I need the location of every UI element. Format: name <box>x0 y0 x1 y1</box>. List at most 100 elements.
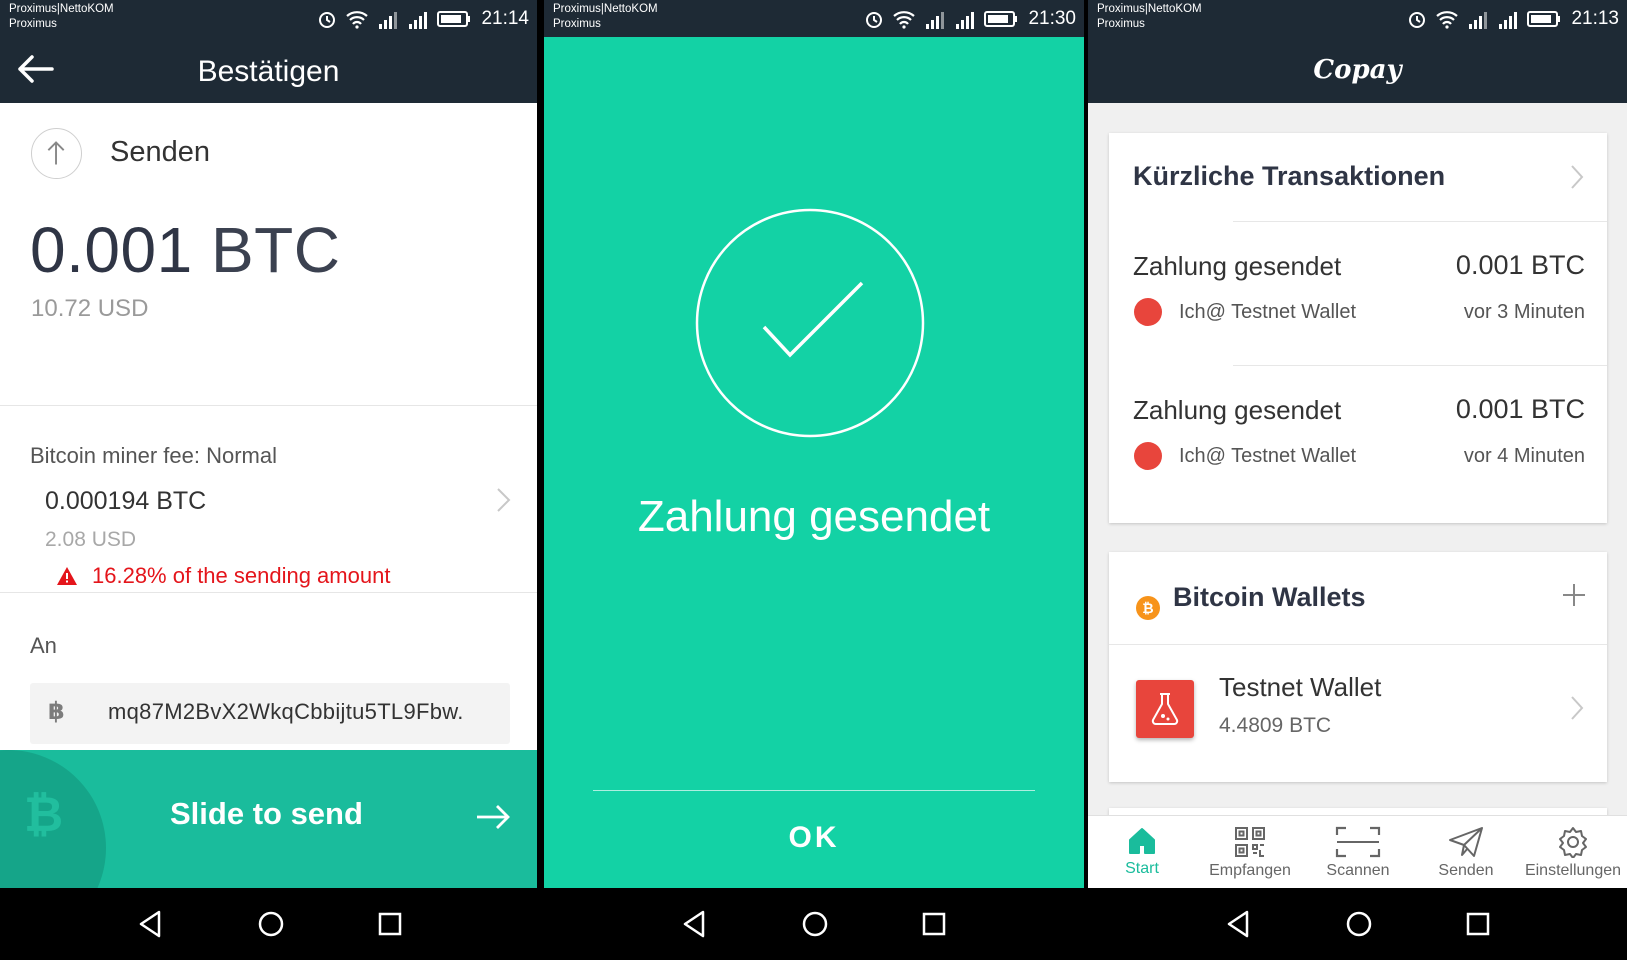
tab-scannen[interactable]: Scannen <box>1304 816 1412 889</box>
fee-btc[interactable]: 0.000194 BTC <box>45 487 206 516</box>
nav-back-icon[interactable] <box>133 906 169 942</box>
bitcoin-wallets-title: Bitcoin Wallets <box>1173 582 1366 612</box>
amount-fiat: 10.72 USD <box>31 295 149 322</box>
divider <box>0 592 537 593</box>
signal-icon <box>409 12 428 29</box>
scan-icon <box>1335 826 1381 858</box>
slide-to-send-label: Slide to send <box>170 796 363 831</box>
battery-icon <box>1527 11 1561 27</box>
bitcoin-wallets-card: ₿ Bitcoin Wallets Testnet Wallet 4.4809 … <box>1109 552 1607 782</box>
tx-amount: 0.001 BTC <box>1455 394 1585 424</box>
recent-transactions-title[interactable]: Kürzliche Transaktionen <box>1133 161 1445 192</box>
carrier-line2: Proximus <box>9 18 57 30</box>
signal-icon <box>956 12 975 29</box>
clock: 21:14 <box>481 8 529 29</box>
signal-icon <box>1499 12 1518 29</box>
wifi-icon <box>346 11 369 29</box>
fee-usd: 2.08 USD <box>45 528 137 551</box>
alarm-icon <box>1409 12 1426 28</box>
home-content: Kürzliche Transaktionen Zahlung gesendet… <box>1088 103 1627 815</box>
tx-wallet: Ich@ Testnet Wallet <box>1179 445 1357 467</box>
app-bar: Copay <box>1088 37 1627 103</box>
arrow-right-icon <box>477 805 510 829</box>
recent-transactions-card: Kürzliche Transaktionen Zahlung gesendet… <box>1109 133 1607 523</box>
nav-home-icon[interactable] <box>1341 906 1377 942</box>
tab-empfangen[interactable]: Empfangen <box>1196 816 1304 889</box>
slide-to-send[interactable]: ₿ Slide to send <box>0 750 537 888</box>
tx-wallet: Ich@ Testnet Wallet <box>1179 301 1357 323</box>
status-icons: 21:30 <box>864 4 1076 34</box>
send-label: Senden <box>110 136 210 168</box>
slider-handle[interactable]: ₿ <box>0 750 106 888</box>
carrier-line2: Proximus <box>1097 18 1145 30</box>
page-title: Bestätigen <box>197 55 340 88</box>
status-bar: Proximus|NettoKOM Proximus 21:14 <box>0 0 537 37</box>
divider <box>1109 644 1607 645</box>
tx-title: Zahlung gesendet <box>1133 395 1342 425</box>
alarm-icon <box>866 12 883 28</box>
nav-recents-icon[interactable] <box>916 906 952 942</box>
tx-time: vor 4 Minuten <box>1463 445 1585 467</box>
tx-amount: 0.001 BTC <box>1455 250 1585 280</box>
wallet-flask-icon <box>1136 680 1194 738</box>
ok-button[interactable]: OK <box>544 821 1084 855</box>
chevron-right-icon[interactable] <box>1569 694 1585 722</box>
home-icon <box>1129 828 1155 854</box>
nav-back-icon[interactable] <box>677 906 713 942</box>
chevron-right-icon[interactable] <box>1569 163 1585 191</box>
chevron-right-icon[interactable] <box>493 485 513 515</box>
tab-einstellungen[interactable]: Einstellungen <box>1519 816 1627 889</box>
app-bar: Bestätigen <box>0 37 537 103</box>
signal-roaming-icon <box>926 12 945 29</box>
tab-senden[interactable]: Senden <box>1412 816 1520 889</box>
fee-warning: 16.28% of the sending amount <box>56 563 390 589</box>
status-bar: Proximus|NettoKOM Proximus 21:13 <box>1088 0 1627 37</box>
wifi-icon <box>1436 11 1459 29</box>
android-nav-bar <box>0 888 537 960</box>
alarm-icon <box>319 12 336 28</box>
bitcoin-icon: ₿ <box>24 789 64 842</box>
paper-plane-icon <box>1449 827 1483 857</box>
checkmark-circle-icon <box>695 208 925 438</box>
copay-logo: Copay <box>1313 55 1402 85</box>
gear-icon <box>1559 827 1587 858</box>
nav-home-icon[interactable] <box>253 906 289 942</box>
to-label: An <box>30 633 57 658</box>
tx-title: Zahlung gesendet <box>1133 251 1342 281</box>
android-nav-bar <box>1088 888 1627 960</box>
home-screen: Proximus|NettoKOM Proximus 21:13 Copay K… <box>1088 0 1627 960</box>
tab-label: Senden <box>1438 862 1494 879</box>
divider <box>593 790 1035 791</box>
nav-recents-icon[interactable] <box>372 906 408 942</box>
qr-code-icon <box>1235 827 1265 857</box>
carrier-line2: Proximus <box>553 18 601 30</box>
wallet-name: Testnet Wallet <box>1219 672 1382 702</box>
tab-label: Scannen <box>1326 862 1390 879</box>
bitcoin-coin-icon: ₿ <box>1136 596 1160 620</box>
success-screen: Proximus|NettoKOM Proximus 21:30 Zahlung… <box>544 0 1084 960</box>
battery-icon <box>984 11 1018 27</box>
status-icons: 21:14 <box>317 4 529 34</box>
status-icons: 21:13 <box>1407 4 1619 34</box>
nav-recents-icon[interactable] <box>1460 906 1496 942</box>
wallet-color-dot <box>1134 442 1162 470</box>
clock: 21:30 <box>1028 8 1076 29</box>
tab-label: Empfangen <box>1209 862 1291 879</box>
signal-roaming-icon <box>379 12 398 29</box>
bitcoin-symbol-icon: ฿ <box>48 698 65 725</box>
bottom-tab-bar: Start Empfangen Scannen Senden Einstellu… <box>1088 815 1627 888</box>
carrier-line1: Proximus|NettoKOM <box>553 3 658 15</box>
tab-label: Start <box>1125 860 1159 877</box>
carrier-line1: Proximus|NettoKOM <box>1097 3 1202 15</box>
wallet-balance: 4.4809 BTC <box>1219 714 1332 737</box>
tab-label: Einstellungen <box>1524 862 1622 879</box>
recipient-address-field[interactable]: ฿ mq87M2BvX2WkqCbbijtu5TL9Fbw. <box>30 683 510 744</box>
tab-start[interactable]: Start <box>1088 816 1196 889</box>
battery-icon <box>437 11 471 27</box>
card-partial <box>1109 808 1607 815</box>
nav-back-icon[interactable] <box>1221 906 1257 942</box>
wallet-color-dot <box>1134 298 1162 326</box>
success-content: Zahlung gesendet OK <box>544 37 1084 888</box>
add-wallet-icon[interactable] <box>1561 582 1587 608</box>
nav-home-icon[interactable] <box>797 906 833 942</box>
